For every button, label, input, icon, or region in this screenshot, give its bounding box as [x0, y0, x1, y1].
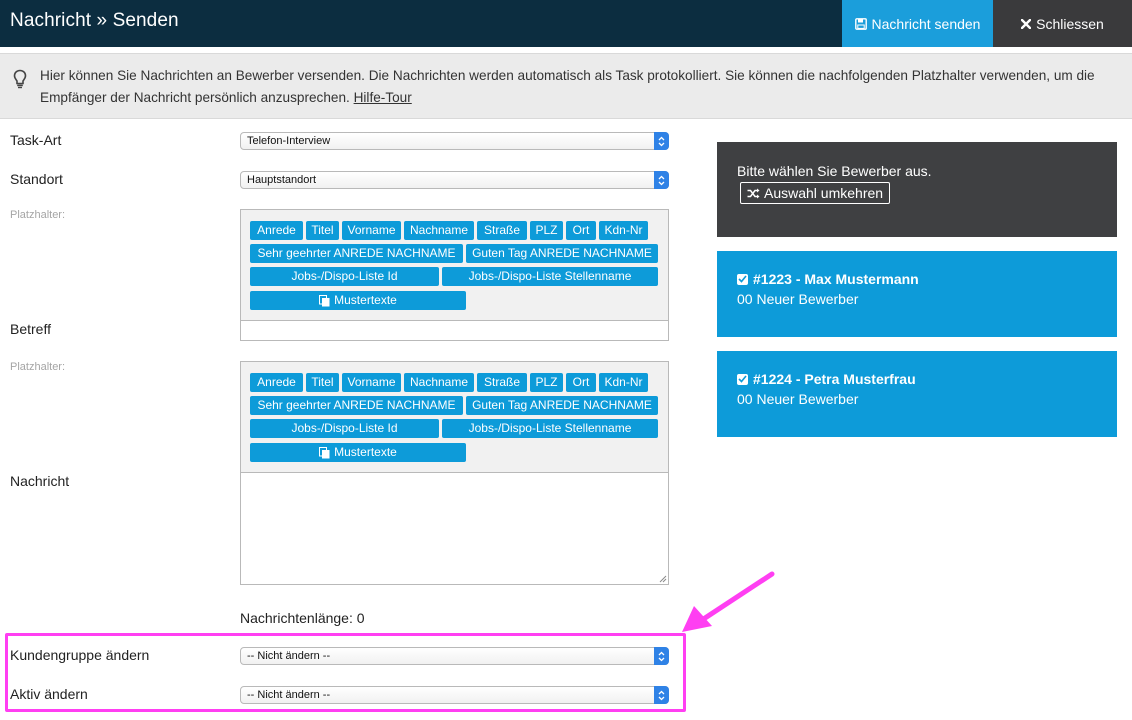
ph-kdn-nr-button[interactable]: Kdn-Nr — [599, 221, 648, 240]
standort-label: Standort — [10, 171, 63, 187]
copy-icon — [319, 294, 330, 306]
recipient-name: #1223 - Max Mustermann — [753, 271, 919, 287]
recipient-card[interactable]: #1223 - Max Mustermann 00 Neuer Bewerber — [717, 251, 1117, 337]
checkbox-checked-icon[interactable] — [737, 373, 748, 385]
ph-plz-button[interactable]: PLZ — [530, 221, 563, 240]
recipient-selection-panel: Bitte wählen Sie Bewerber aus. Auswahl u… — [717, 142, 1117, 237]
send-message-label: Nachricht senden — [871, 15, 981, 32]
select-arrows-icon — [654, 171, 669, 189]
betreff-input[interactable] — [240, 320, 669, 341]
info-text: Hier können Sie Nachrichten an Bewerber … — [40, 65, 1125, 108]
copy-icon — [319, 446, 330, 458]
ph-vorname-button[interactable]: Vorname — [342, 373, 401, 392]
ph-sehr-geehrter-button[interactable]: Sehr geehrter ANREDE NACHNAME — [250, 244, 463, 263]
ph-anrede-button[interactable]: Anrede — [250, 373, 303, 392]
close-button[interactable]: Schliessen — [993, 0, 1132, 47]
close-label: Schliessen — [1036, 15, 1104, 32]
info-banner: Hier können Sie Nachrichten an Bewerber … — [0, 53, 1132, 119]
recipient-card[interactable]: #1224 - Petra Musterfrau 00 Neuer Bewerb… — [717, 351, 1117, 437]
mustertexte-button[interactable]: Mustertexte — [250, 291, 466, 310]
mustertexte-label: Mustertexte — [334, 445, 397, 459]
checkbox-checked-icon[interactable] — [737, 273, 748, 285]
placeholder-panel-message: Anrede Titel Vorname Nachname Straße PLZ… — [240, 361, 669, 473]
betreff-label: Betreff — [10, 321, 51, 337]
select-arrows-icon — [654, 132, 669, 150]
task-art-value: Telefon-Interview — [247, 135, 331, 147]
ph-strasse-button[interactable]: Straße — [477, 221, 527, 240]
recipient-name: #1224 - Petra Musterfrau — [753, 371, 916, 387]
ph-sehr-geehrter-button[interactable]: Sehr geehrter ANREDE NACHNAME — [250, 396, 463, 415]
ph-jobs-stellenname-button[interactable]: Jobs-/Dispo-Liste Stellenname — [442, 419, 658, 438]
standort-select[interactable]: Hauptstandort — [240, 171, 669, 189]
recipient-status: 00 Neuer Bewerber — [737, 291, 859, 307]
send-message-button[interactable]: Nachricht senden — [842, 0, 993, 47]
ph-ort-button[interactable]: Ort — [566, 221, 596, 240]
task-art-select[interactable]: Telefon-Interview — [240, 132, 669, 150]
ph-jobs-id-button[interactable]: Jobs-/Dispo-Liste Id — [250, 267, 439, 286]
help-tour-link[interactable]: Hilfe-Tour — [354, 90, 412, 105]
invert-selection-button[interactable]: Auswahl umkehren — [740, 182, 891, 204]
placeholder-label-subject: Platzhalter: — [10, 209, 66, 221]
save-icon — [854, 17, 867, 30]
invert-selection-label: Auswahl umkehren — [764, 185, 884, 201]
ph-jobs-id-button[interactable]: Jobs-/Dispo-Liste Id — [250, 419, 439, 438]
mustertexte-button[interactable]: Mustertexte — [250, 443, 466, 462]
ph-nachname-button[interactable]: Nachname — [404, 221, 474, 240]
placeholder-panel-subject: Anrede Titel Vorname Nachname Straße PLZ… — [240, 209, 669, 321]
annotation-arrow-icon — [682, 571, 775, 632]
ph-titel-button[interactable]: Titel — [306, 373, 339, 392]
page-title: Nachricht » Senden — [10, 10, 179, 31]
ph-strasse-button[interactable]: Straße — [477, 373, 527, 392]
annotation-highlight-box — [5, 633, 686, 712]
recipient-status: 00 Neuer Bewerber — [737, 391, 859, 407]
nachricht-textarea[interactable] — [240, 472, 669, 585]
ph-plz-button[interactable]: PLZ — [530, 373, 563, 392]
nachricht-label: Nachricht — [10, 473, 70, 489]
lightbulb-icon — [13, 69, 27, 89]
ph-vorname-button[interactable]: Vorname — [342, 221, 401, 240]
shuffle-icon — [747, 188, 760, 198]
close-icon — [1021, 18, 1032, 29]
message-length: Nachrichtenlänge: 0 — [240, 610, 365, 626]
resize-grip-icon[interactable] — [659, 575, 667, 583]
placeholder-label-message: Platzhalter: — [10, 361, 66, 373]
mustertexte-label: Mustertexte — [334, 293, 397, 307]
standort-value: Hauptstandort — [247, 174, 317, 186]
ph-titel-button[interactable]: Titel — [306, 221, 339, 240]
top-bar: Nachricht » Senden Nachricht senden Schl… — [0, 0, 1132, 47]
ph-nachname-button[interactable]: Nachname — [404, 373, 474, 392]
task-art-label: Task-Art — [10, 132, 62, 148]
ph-guten-tag-button[interactable]: Guten Tag ANREDE NACHNAME — [466, 396, 658, 415]
ph-kdn-nr-button[interactable]: Kdn-Nr — [599, 373, 648, 392]
ph-jobs-stellenname-button[interactable]: Jobs-/Dispo-Liste Stellenname — [442, 267, 658, 286]
info-message: Hier können Sie Nachrichten an Bewerber … — [40, 68, 1095, 105]
recipient-prompt: Bitte wählen Sie Bewerber aus. — [737, 163, 932, 179]
ph-ort-button[interactable]: Ort — [566, 373, 596, 392]
ph-anrede-button[interactable]: Anrede — [250, 221, 303, 240]
ph-guten-tag-button[interactable]: Guten Tag ANREDE NACHNAME — [466, 244, 658, 263]
